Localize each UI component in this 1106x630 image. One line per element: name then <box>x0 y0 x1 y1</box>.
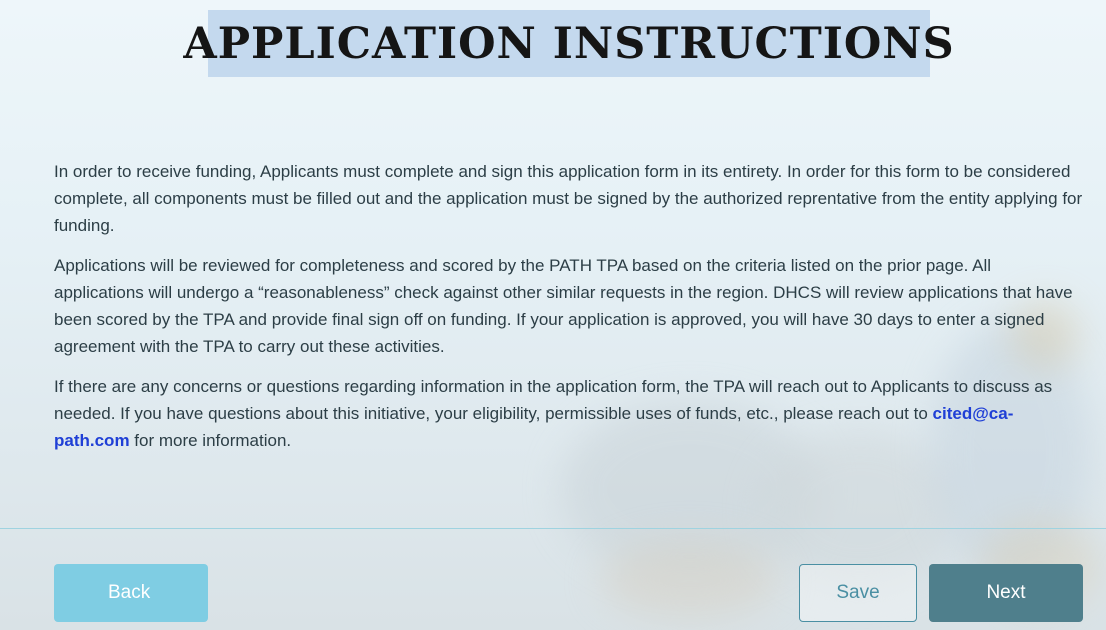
page-title-banner: APPLICATION INSTRUCTIONS <box>183 10 954 77</box>
background-image-blur <box>600 540 780 620</box>
next-button[interactable]: Next <box>929 564 1083 622</box>
paragraph-text: If there are any concerns or questions r… <box>54 377 1053 423</box>
footer-divider <box>0 528 1106 529</box>
paragraph-text: for more information. <box>129 431 292 450</box>
instructions-body: In order to receive funding, Applicants … <box>54 158 1084 467</box>
instructions-paragraph: In order to receive funding, Applicants … <box>54 162 1083 235</box>
instructions-paragraph: If there are any concerns or questions r… <box>54 373 1084 454</box>
back-button[interactable]: Back <box>54 564 208 622</box>
instructions-paragraph: Applications will be reviewed for comple… <box>54 256 1073 356</box>
page-title: APPLICATION INSTRUCTIONS <box>183 18 955 69</box>
save-button[interactable]: Save <box>799 564 917 622</box>
